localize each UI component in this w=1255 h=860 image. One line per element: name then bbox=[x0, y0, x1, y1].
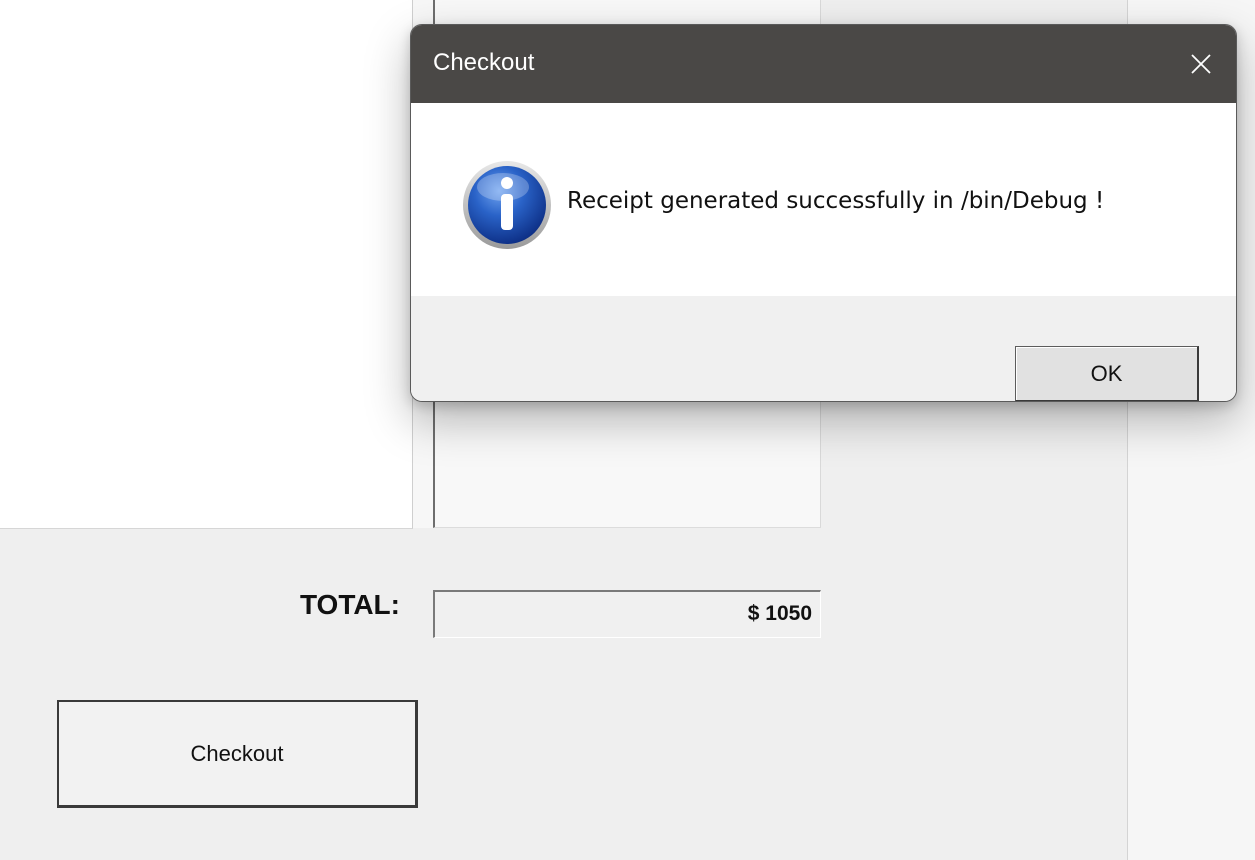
checkout-button[interactable]: Checkout bbox=[57, 700, 418, 808]
dialog-body: Receipt generated successfully in /bin/D… bbox=[411, 103, 1236, 296]
close-button[interactable] bbox=[1166, 25, 1236, 103]
items-panel bbox=[0, 0, 413, 529]
dialog-title: Checkout bbox=[433, 49, 535, 76]
dialog-footer: OK bbox=[411, 296, 1236, 401]
message-box-dialog: Checkout Receipt generated successfully … bbox=[410, 24, 1237, 402]
dialog-titlebar[interactable]: Checkout bbox=[411, 25, 1236, 103]
total-label: TOTAL: bbox=[299, 589, 400, 620]
dialog-message: Receipt generated successfully in /bin/D… bbox=[567, 188, 1105, 214]
close-icon bbox=[1191, 54, 1211, 74]
ok-button[interactable]: OK bbox=[1015, 346, 1199, 401]
info-icon bbox=[463, 161, 551, 249]
total-value-field: $ 1050 bbox=[433, 590, 821, 638]
